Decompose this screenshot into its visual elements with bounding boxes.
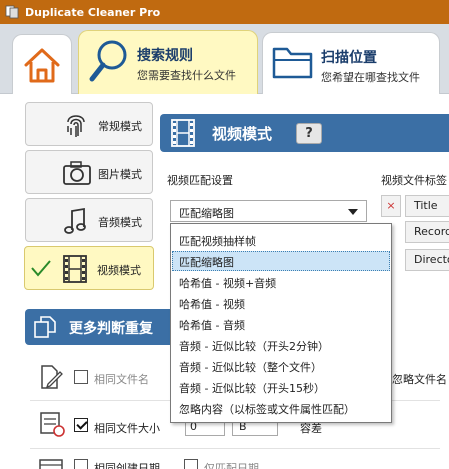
remove-tag-button[interactable]: × [381, 195, 401, 217]
mode-audio[interactable]: 音频模式 [25, 198, 153, 242]
tag-item[interactable]: Record [405, 221, 449, 243]
main-tab-bar: 搜索规则 您需要查找什么文件 扫描位置 您希望在哪查找文件 [0, 24, 449, 94]
tab-scan-location[interactable]: 扫描位置 您希望在哪查找文件 [262, 32, 440, 94]
video-match-select-value: 匹配缩略图 [179, 207, 234, 220]
tab-search-rules-label: 搜索规则 [137, 48, 193, 64]
fingerprint-icon [67, 115, 85, 137]
divider [30, 448, 440, 449]
tab-home[interactable] [12, 34, 72, 94]
home-icon [24, 48, 60, 83]
ignore-filename-label: 忽略文件名 [392, 373, 447, 386]
video-mode-title: 视频模式 [212, 125, 273, 143]
tab-scan-location-subtitle: 您希望在哪查找文件 [321, 71, 420, 84]
tab-search-rules[interactable]: 搜索规则 您需要查找什么文件 [78, 30, 258, 94]
dropdown-option[interactable]: 音频 - 近似比较（开头15秒） [172, 377, 390, 397]
chevron-down-icon[interactable] [348, 209, 358, 215]
tag-item[interactable]: Title [405, 195, 449, 217]
app-logo-icon [5, 5, 19, 19]
dropdown-option[interactable]: 音频 - 近似比较（整个文件） [172, 356, 390, 376]
copy-icon [34, 316, 56, 338]
video-mode-header: 视频模式 ? [160, 114, 449, 152]
dropdown-option[interactable]: 哈希值 - 音频 [172, 314, 390, 334]
more-criteria-header: 更多判断重复 [25, 309, 170, 345]
same-created-date-label: 相同创建日期 [94, 462, 160, 469]
video-match-select[interactable]: 匹配缩略图 [170, 200, 367, 222]
music-note-icon [64, 207, 86, 234]
magnifier-icon [89, 40, 127, 82]
camera-icon [63, 161, 91, 185]
calendar-icon [39, 459, 63, 469]
video-tag-label: 视频文件标签 [381, 174, 447, 187]
mode-regular-label: 常规模式 [98, 120, 142, 133]
window-title: Duplicate Cleaner Pro [25, 5, 161, 19]
mode-audio-label: 音频模式 [98, 216, 142, 229]
dropdown-option[interactable]: 忽略内容（以标签或文件属性匹配） [172, 398, 390, 418]
file-size-icon [40, 412, 65, 437]
date-only-checkbox[interactable] [184, 459, 198, 469]
help-button[interactable]: ? [296, 123, 322, 144]
same-filename-label: 相同文件名 [94, 373, 149, 386]
mode-image[interactable]: 图片模式 [25, 150, 153, 194]
dropdown-option[interactable]: 音频 - 近似比较（开头2分钟） [172, 335, 390, 355]
dropdown-option-selected[interactable]: 匹配缩略图 [172, 251, 390, 271]
mode-video[interactable]: 视频模式 [24, 246, 154, 290]
title-bar: Duplicate Cleaner Pro [0, 0, 449, 24]
tab-scan-location-label: 扫描位置 [321, 50, 377, 66]
same-filesize-checkbox[interactable] [74, 418, 88, 432]
video-match-settings-label: 视频匹配设置 [167, 174, 233, 187]
folder-icon [272, 47, 313, 79]
mode-regular[interactable]: 常规模式 [25, 102, 153, 146]
video-match-dropdown: 匹配视频抽样帧 匹配缩略图 哈希值 - 视频+音频 哈希值 - 视频 哈希值 -… [170, 223, 392, 423]
more-criteria-title: 更多判断重复 [69, 321, 153, 337]
same-filesize-label: 相同文件大小 [94, 422, 160, 435]
film-icon [63, 255, 87, 283]
mode-image-label: 图片模式 [98, 168, 142, 181]
file-edit-icon [41, 365, 63, 389]
date-only-label: 仅匹配日期 [204, 462, 259, 469]
dropdown-option[interactable]: 匹配视频抽样帧 [172, 230, 390, 250]
mode-video-label: 视频模式 [97, 264, 141, 277]
film-icon [171, 119, 195, 147]
dropdown-option[interactable]: 哈希值 - 视频+音频 [172, 272, 390, 292]
same-filename-checkbox[interactable] [74, 370, 88, 384]
same-created-date-checkbox[interactable] [74, 459, 88, 469]
tab-search-rules-subtitle: 您需要查找什么文件 [137, 69, 236, 82]
tag-item[interactable]: Directo [405, 249, 449, 271]
checkmark-icon [31, 260, 51, 277]
dropdown-option[interactable]: 哈希值 - 视频 [172, 293, 390, 313]
